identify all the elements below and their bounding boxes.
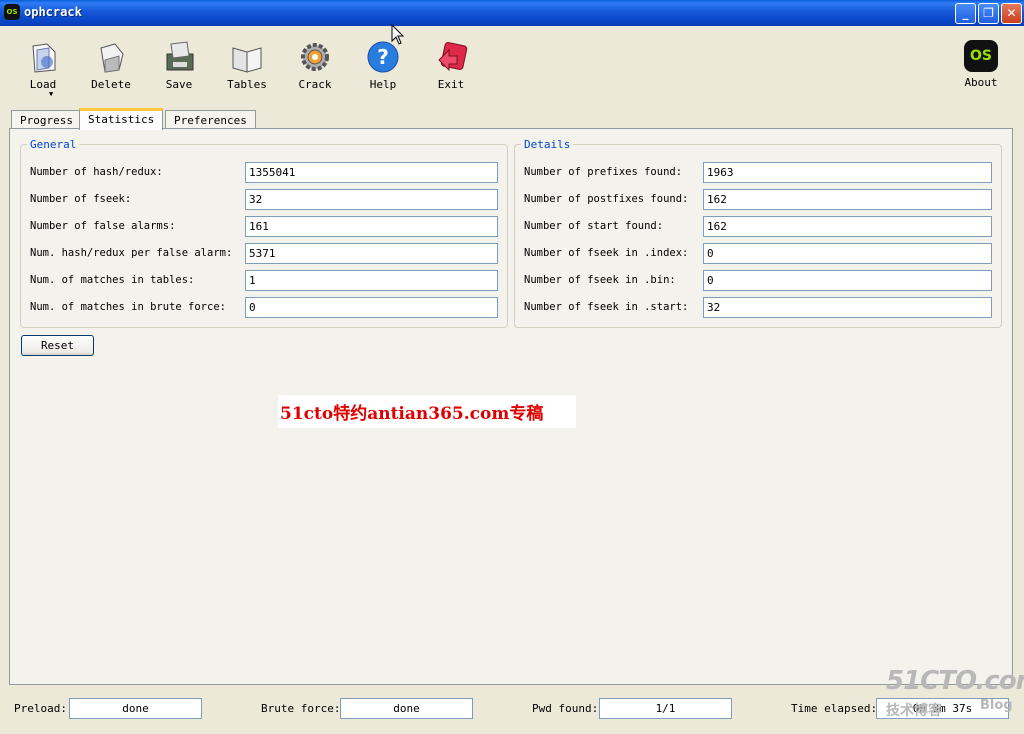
postfixes-field[interactable]: 162 [703,189,992,210]
reset-button[interactable]: Reset [21,335,94,356]
general-row-label: Num. of matches in tables: [30,274,195,286]
minimize-button[interactable]: _ [955,3,976,24]
corner-logo-main: 51CTO.com [886,666,1024,696]
restore-button[interactable]: ❐ [978,3,999,24]
fseek-bin-field[interactable]: 0 [703,270,992,291]
fseek-start-field[interactable]: 32 [703,297,992,318]
details-row-label: Number of fseek in .index: [524,247,689,259]
save-label: Save [165,78,193,91]
general-legend: General [30,138,77,151]
load-button[interactable]: Load ▼ [13,40,73,98]
hash-redux-field[interactable]: 1355041 [245,162,498,183]
delete-button[interactable]: Delete [81,40,141,91]
load-label: Load [29,78,57,91]
watermark-banner: 51cto特约antian365.com专稿 [278,395,576,428]
details-row-label: Number of prefixes found: [524,166,683,178]
corner-logo-sub: 技术博客 [886,703,942,719]
delete-label: Delete [91,78,131,91]
preload-status-field: done [69,698,202,719]
brute-force-label: Brute force: [261,702,341,715]
toolbar: Load ▼ Delete Save Tables Crack ? Help E… [0,26,1024,106]
save-icon [166,41,194,71]
load-dropdown-arrow-icon[interactable]: ▼ [49,90,53,98]
tab-statistics[interactable]: Statistics [79,108,164,130]
general-row-label: Number of hash/redux: [30,166,163,178]
preload-label: Preload: [14,702,67,715]
details-row-label: Number of start found: [524,220,664,232]
load-icon [32,43,56,73]
crack-button[interactable]: Crack [285,40,345,91]
exit-icon [438,42,468,72]
start-found-field[interactable]: 162 [703,216,992,237]
details-row-label: Number of fseek in .start: [524,301,689,313]
svg-text:?: ? [377,45,389,69]
general-row-label: Number of fseek: [30,193,132,205]
tab-preferences[interactable]: Preferences [165,110,256,130]
corner-logo-blog: Blog [980,698,1013,713]
tables-label: Tables [227,78,267,91]
details-legend: Details [524,138,571,151]
pwd-found-label: Pwd found: [532,702,599,715]
general-row-label: Num. of matches in brute force: [30,301,226,313]
help-button[interactable]: ? Help [353,40,413,91]
tab-progress[interactable]: Progress [11,110,82,130]
details-row-label: Number of fseek in .bin: [524,274,676,286]
title-bar[interactable]: OS ophcrack _ ❐ ✕ [0,0,1024,26]
save-button[interactable]: Save [149,40,209,91]
about-label: About [964,76,998,89]
matches-brute-force-field[interactable]: 0 [245,297,498,318]
book-icon [232,47,262,73]
window-title: ophcrack [24,5,82,19]
help-label: Help [369,78,397,91]
app-icon[interactable]: OS [4,4,20,20]
about-button[interactable]: OS About [951,40,1011,89]
delete-icon [100,43,124,73]
os-logo-icon: OS [964,40,998,72]
false-alarms-field[interactable]: 161 [245,216,498,237]
close-button[interactable]: ✕ [1001,3,1022,24]
matches-tables-field[interactable]: 1 [245,270,498,291]
crack-label: Crack [298,78,332,91]
pwd-found-field: 1/1 [599,698,732,719]
general-row-label: Number of false alarms: [30,220,176,232]
mouse-cursor-icon [391,24,405,45]
tables-button[interactable]: Tables [217,40,277,91]
fseek-index-field[interactable]: 0 [703,243,992,264]
hash-per-false-alarm-field[interactable]: 5371 [245,243,498,264]
prefixes-field[interactable]: 1963 [703,162,992,183]
fseek-field[interactable]: 32 [245,189,498,210]
brute-force-status-field: done [340,698,473,719]
general-row-label: Num. hash/redux per false alarm: [30,247,233,259]
watermark-text: 51cto特约antian365.com专稿 [280,404,544,424]
exit-button[interactable]: Exit [421,40,481,91]
time-elapsed-label: Time elapsed: [791,702,878,715]
details-row-label: Number of postfixes found: [524,193,689,205]
gear-icon [301,43,329,71]
exit-label: Exit [437,78,465,91]
